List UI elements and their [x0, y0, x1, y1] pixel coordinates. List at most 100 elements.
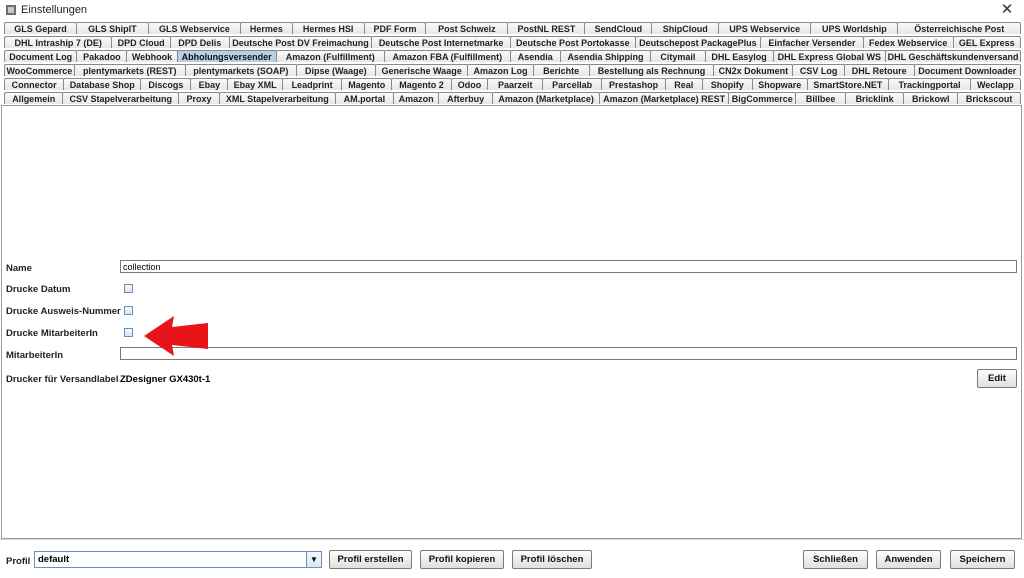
tab[interactable]: Document Downloader: [913, 64, 1021, 76]
tab[interactable]: Discogs: [140, 78, 192, 90]
tab[interactable]: CN2x Dokument: [713, 64, 794, 76]
tab[interactable]: plentymarkets (REST): [73, 64, 186, 76]
tab[interactable]: PDF Form: [363, 22, 427, 34]
tab[interactable]: CSV Log: [792, 64, 845, 76]
tab[interactable]: Odoo: [450, 78, 489, 90]
tab[interactable]: SmartStore.NET: [806, 78, 890, 90]
tab[interactable]: GEL Express: [952, 36, 1021, 48]
schliessen-button[interactable]: Schließen: [803, 550, 868, 569]
tab[interactable]: Generische Waage: [374, 64, 469, 76]
tab[interactable]: Webhook: [126, 50, 178, 62]
tab[interactable]: Shopware: [751, 78, 808, 90]
tab[interactable]: DHL Express Global WS: [772, 50, 887, 62]
tab[interactable]: Shopify: [701, 78, 753, 90]
tab[interactable]: UPS Webservice: [718, 22, 812, 34]
tab[interactable]: Brickowl: [903, 92, 959, 104]
tab[interactable]: Amazon: [393, 92, 440, 104]
window-title: Einstellungen: [21, 4, 88, 16]
tab[interactable]: GLS Gepard: [4, 22, 77, 34]
tab[interactable]: Deutschepost PackagePlus: [634, 36, 761, 48]
tab[interactable]: Deutsche Post Internetmarke: [371, 36, 511, 48]
tab-row: Connector Database Shop Discogs Ebay Ebay XM…: [4, 78, 1021, 91]
tab[interactable]: plentymarkets (SOAP): [184, 64, 297, 76]
tab[interactable]: Database Shop: [63, 78, 142, 90]
drucke-mitarbeiter-checkbox[interactable]: [124, 328, 133, 337]
tab[interactable]: Asendia: [509, 50, 561, 62]
tab[interactable]: Afterbuy: [438, 92, 494, 104]
tab[interactable]: Connector: [4, 78, 65, 90]
tab[interactable]: Bestellung als Rechnung: [588, 64, 715, 76]
tab[interactable]: Ebay XML: [227, 78, 283, 90]
tab[interactable]: Deutsche Post DV Freimachung: [228, 36, 373, 48]
tab[interactable]: DHL Easylog: [704, 50, 774, 62]
tab[interactable]: Fedex Webservice: [862, 36, 954, 48]
anwenden-button[interactable]: Anwenden: [876, 550, 941, 569]
edit-button[interactable]: Edit: [977, 369, 1017, 388]
tab[interactable]: GLS Webservice: [147, 22, 242, 34]
tab[interactable]: DPD Cloud: [111, 36, 171, 48]
tab[interactable]: DHL Retoure: [843, 64, 915, 76]
tab[interactable]: Billbee: [795, 92, 846, 104]
tab[interactable]: Deutsche Post Portokasse: [509, 36, 636, 48]
tab[interactable]: Document Log: [4, 50, 78, 62]
tab-row: Document Log Pakadoo Webhook Abholungsverse…: [4, 50, 1021, 63]
mitarbeiter-input[interactable]: [120, 347, 1017, 360]
tab[interactable]: BigCommerce: [728, 92, 797, 104]
drucker-label: Drucker für Versandlabel: [6, 374, 119, 385]
tab[interactable]: Trackingportal: [888, 78, 971, 90]
tab[interactable]: ShipCloud: [651, 22, 720, 34]
tab[interactable]: Dipse (Waage): [295, 64, 376, 76]
tab[interactable]: AM.portal: [334, 92, 395, 104]
tab[interactable]: CSV Stapelverarbeitung: [62, 92, 180, 104]
tab[interactable]: Amazon FBA (Fulfillment): [383, 50, 511, 62]
tab[interactable]: DHL Intraship 7 (DE): [4, 36, 113, 48]
tab[interactable]: Prestashop: [601, 78, 666, 90]
name-label: Name: [6, 263, 32, 274]
tab[interactable]: Österreichische Post: [897, 22, 1022, 34]
close-icon[interactable]: ✕: [998, 1, 1016, 19]
tab[interactable]: Amazon (Marketplace): [492, 92, 601, 104]
tab[interactable]: Brickscout: [957, 92, 1022, 104]
profil-erstellen-button[interactable]: Profil erstellen: [329, 550, 412, 569]
tab[interactable]: Pakadoo: [76, 50, 128, 62]
tab[interactable]: Asendia Shipping: [559, 50, 652, 62]
speichern-button[interactable]: Speichern: [950, 550, 1015, 569]
tab[interactable]: Amazon Log: [467, 64, 534, 76]
tab[interactable]: WooCommerce: [4, 64, 75, 76]
tab[interactable]: UPS Worldship: [810, 22, 899, 34]
tab[interactable]: Einfacher Versender: [759, 36, 864, 48]
tab[interactable]: XML Stapelverarbeitung: [218, 92, 336, 104]
tab[interactable]: Amazon (Fulfillment): [275, 50, 385, 62]
name-input[interactable]: [120, 260, 1017, 273]
tab[interactable]: Paarzeit: [487, 78, 544, 90]
profil-select[interactable]: default ▼: [34, 551, 322, 568]
tab[interactable]: Hermes: [240, 22, 293, 34]
tab[interactable]: SendCloud: [584, 22, 653, 34]
tab[interactable]: Abholungsversender: [176, 50, 277, 62]
tab[interactable]: Hermes HSI: [291, 22, 365, 34]
red-arrow-annotation: [144, 316, 208, 356]
tab[interactable]: Bricklink: [844, 92, 905, 104]
tab[interactable]: Leadprint: [281, 78, 343, 90]
tab[interactable]: Amazon (Marketplace) REST: [599, 92, 730, 104]
tab[interactable]: Magento 2: [391, 78, 452, 90]
tab[interactable]: Citymail: [650, 50, 706, 62]
tab[interactable]: Post Schweiz: [425, 22, 509, 34]
tab[interactable]: Real: [664, 78, 703, 90]
tab[interactable]: PostNL REST: [507, 22, 586, 34]
profil-kopieren-button[interactable]: Profil kopieren: [420, 550, 504, 569]
profil-loeschen-button[interactable]: Profil löschen: [512, 550, 592, 569]
tab[interactable]: Parcellab: [542, 78, 603, 90]
drucke-datum-checkbox[interactable]: [124, 284, 133, 293]
tab[interactable]: Proxy: [178, 92, 220, 104]
tab[interactable]: Allgemein: [4, 92, 64, 104]
tab[interactable]: Weclapp: [969, 78, 1021, 90]
tab[interactable]: Magento: [341, 78, 393, 90]
chevron-down-icon[interactable]: ▼: [306, 552, 321, 567]
tab[interactable]: GLS ShipIT: [75, 22, 149, 34]
tab[interactable]: Berichte: [532, 64, 590, 76]
tab[interactable]: Ebay: [190, 78, 229, 90]
tab[interactable]: DHL Geschäftskundenversand: [885, 50, 1021, 62]
drucke-ausweis-checkbox[interactable]: [124, 306, 133, 315]
tab[interactable]: DPD Delis: [169, 36, 230, 48]
